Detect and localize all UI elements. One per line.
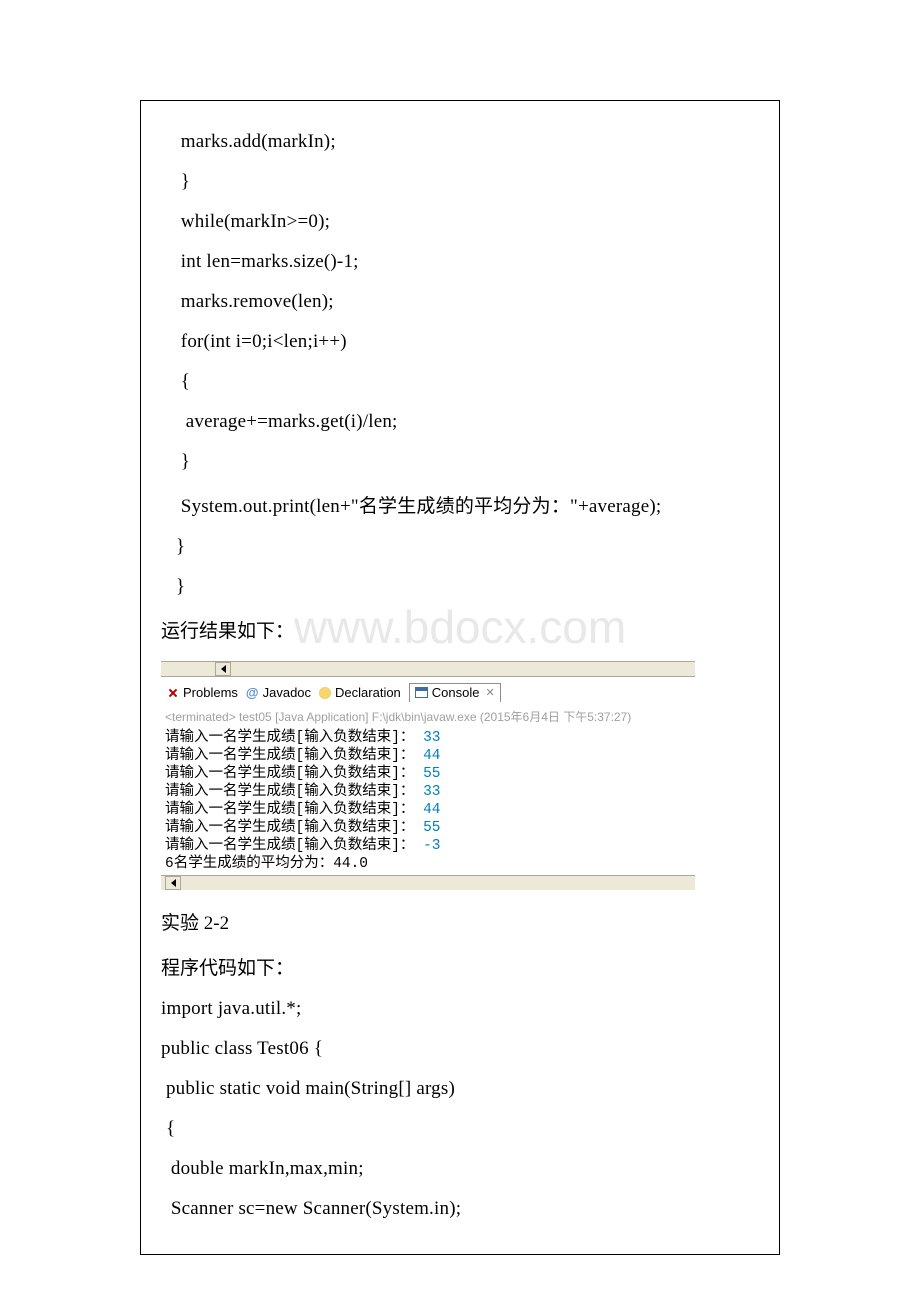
eclipse-tabs: Problems @ Javadoc Declaration Console ✕ xyxy=(161,677,695,706)
scrollbar-top xyxy=(161,661,695,677)
code-line: average+=marks.get(i)/len; xyxy=(161,411,759,433)
javadoc-icon: @ xyxy=(246,685,259,700)
console-row: 请输入一名学生成绩[输入负数结束]： 55 xyxy=(165,819,691,837)
console-row: 请输入一名学生成绩[输入负数结束]： 33 xyxy=(165,729,691,747)
tab-javadoc: @ Javadoc xyxy=(246,685,311,700)
close-icon: ✕ xyxy=(486,686,495,699)
problems-icon xyxy=(167,687,179,699)
code-line: while(markIn>=0); xyxy=(161,211,759,233)
section-heading: 实验 2-2 xyxy=(161,908,759,935)
code-line: } xyxy=(161,576,759,598)
console-row: 请输入一名学生成绩[输入负数结束]： 44 xyxy=(165,801,691,819)
console-summary: 6名学生成绩的平均分为：44.0 xyxy=(165,855,691,873)
code-line: double markIn,max,min; xyxy=(161,1158,759,1180)
terminated-line: <terminated> test05 [Java Application] F… xyxy=(161,706,695,729)
scroll-left-icon xyxy=(215,662,231,676)
document-frame: marks.add(markIn); } while(markIn>=0); i… xyxy=(140,100,780,1255)
scrollbar-bottom xyxy=(161,875,695,890)
scroll-left-icon xyxy=(165,876,181,890)
code-line: int len=marks.size()-1; xyxy=(161,251,759,273)
tab-label: Console xyxy=(432,685,480,700)
code-line: for(int i=0;i<len;i++) xyxy=(161,331,759,353)
code-line: { xyxy=(161,371,759,393)
tab-console: Console ✕ xyxy=(409,683,501,702)
code-line: public class Test06 { xyxy=(161,1038,759,1060)
code-line: } xyxy=(161,536,759,558)
code-line: } xyxy=(161,451,759,473)
console-row: 请输入一名学生成绩[输入负数结束]： 33 xyxy=(165,783,691,801)
console-row: 请输入一名学生成绩[输入负数结束]： -3 xyxy=(165,837,691,855)
console-output: 请输入一名学生成绩[输入负数结束]： 33 请输入一名学生成绩[输入负数结束]：… xyxy=(161,729,695,875)
code-line: System.out.print(len+"名学生成绩的平均分为："+avera… xyxy=(161,491,759,518)
code-line: public static void main(String[] args) xyxy=(161,1078,759,1100)
run-result-label: 运行结果如下： xyxy=(161,616,759,643)
eclipse-console-screenshot: Problems @ Javadoc Declaration Console ✕ xyxy=(161,661,695,890)
code-line: { xyxy=(161,1118,759,1140)
section-sub: 程序代码如下： xyxy=(161,953,759,980)
tab-problems: Problems xyxy=(167,685,238,700)
code-line: import java.util.*; xyxy=(161,998,759,1020)
code-line: marks.remove(len); xyxy=(161,291,759,313)
declaration-icon xyxy=(319,687,331,699)
tab-declaration: Declaration xyxy=(319,685,401,700)
tab-label: Declaration xyxy=(335,685,401,700)
console-icon xyxy=(415,687,428,698)
code-line: marks.add(markIn); xyxy=(161,131,759,153)
code-line: Scanner sc=new Scanner(System.in); xyxy=(161,1198,759,1220)
console-row: 请输入一名学生成绩[输入负数结束]： 55 xyxy=(165,765,691,783)
tab-label: Javadoc xyxy=(263,685,311,700)
code-line: } xyxy=(161,171,759,193)
tab-label: Problems xyxy=(183,685,238,700)
console-row: 请输入一名学生成绩[输入负数结束]： 44 xyxy=(165,747,691,765)
